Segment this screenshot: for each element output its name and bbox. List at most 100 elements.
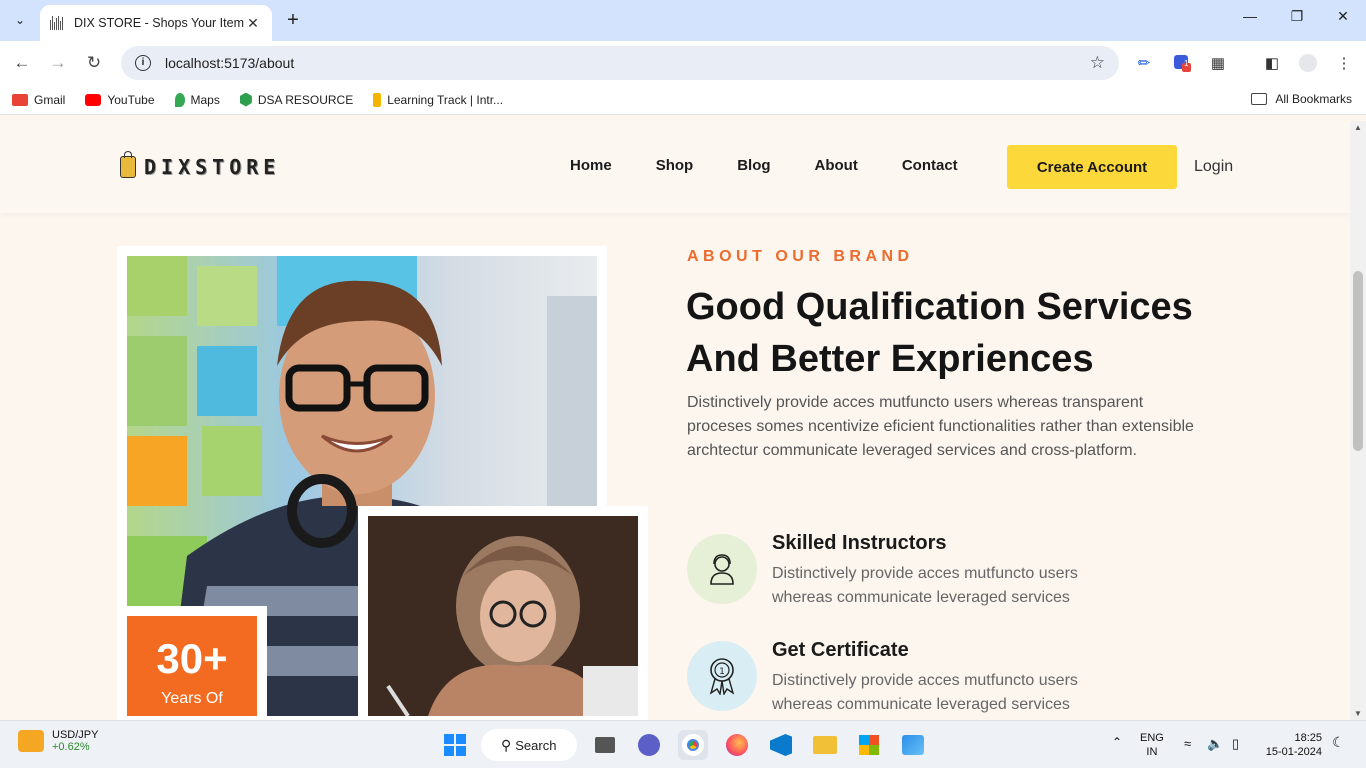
tray-overflow-icon[interactable]: ⌃ [1112, 735, 1122, 749]
nav-contact[interactable]: Contact [902, 157, 958, 174]
meet-icon[interactable] [634, 730, 664, 760]
site-header: DIXSTORE Home Shop Blog About Contact Cr… [0, 121, 1350, 213]
forward-arrow-icon[interactable]: → [46, 51, 70, 75]
bookmark-youtube[interactable]: YouTube [85, 92, 155, 107]
feature-description: Distinctively provide acces mutfuncto us… [772, 672, 1078, 713]
bookmark-dsa-resource[interactable]: DSA RESOURCE [239, 92, 354, 107]
bookmark-label: YouTube [107, 92, 155, 107]
puzzle-extensions-icon[interactable]: ▦ [1208, 54, 1228, 72]
minimize-icon[interactable]: — [1238, 8, 1262, 24]
section-eyebrow: ABOUT OUR BRAND [687, 248, 914, 265]
photos-icon[interactable] [898, 730, 928, 760]
volume-icon[interactable]: 🔈 [1207, 737, 1223, 751]
years-stat-number: 30+ [156, 635, 228, 682]
gmail-icon [12, 93, 28, 106]
section-lead-text: Distinctively provide acces mutfuncto us… [687, 394, 1194, 459]
browser-tab[interactable]: DIX STORE - Shops Your Items ✕ [40, 5, 272, 41]
login-link[interactable]: Login [1194, 158, 1233, 176]
windows-taskbar: USD/JPY +0.62% ⚲ Search ⌃ ENG IN ≈ 🔈 ▯ 1… [0, 720, 1366, 768]
address-bar[interactable]: i localhost:5173/about ☆ [121, 46, 1119, 80]
nav-home[interactable]: Home [570, 157, 612, 174]
currency-widget[interactable]: USD/JPY +0.62% [18, 729, 98, 753]
youtube-icon [85, 93, 102, 106]
restore-icon[interactable]: ❐ [1285, 8, 1309, 25]
bookmark-label: Gmail [34, 92, 66, 107]
page-scrollbar[interactable]: ▲ ▼ [1350, 121, 1366, 720]
file-explorer-icon[interactable] [810, 730, 840, 760]
browser-menu-icon[interactable]: ⋮ [1334, 54, 1354, 72]
bookmark-maps[interactable]: Maps [174, 92, 220, 107]
url-text: localhost:5173/about [165, 55, 295, 71]
currency-pair: USD/JPY [52, 729, 99, 741]
pen-extension-icon[interactable]: ✏ [1134, 54, 1154, 72]
browser-toolbar: ← → ↻ i localhost:5173/about ☆ ✏ 1 ▦ ◧ ⋮ [0, 41, 1366, 85]
tab-strip: ⌄ DIX STORE - Shops Your Items ✕ + — ❐ ✕ [0, 0, 1366, 41]
extension-icon[interactable]: 1 [1172, 54, 1192, 76]
bookmark-learning-track[interactable]: Learning Track | Intr... [373, 92, 504, 107]
region-code: IN [1146, 746, 1158, 758]
task-view-icon[interactable] [590, 730, 620, 760]
new-tab-button[interactable]: + [282, 9, 304, 31]
bookmark-gmail[interactable]: Gmail [12, 93, 65, 107]
all-bookmarks[interactable]: All Bookmarks [1251, 92, 1352, 106]
feature-description: Distinctively provide acces mutfuncto us… [772, 565, 1078, 606]
scroll-down-icon[interactable]: ▼ [1350, 709, 1366, 718]
currency-change: +0.62% [52, 741, 90, 753]
profile-avatar[interactable] [1298, 54, 1318, 76]
writing-woman-photo-frame [358, 506, 648, 720]
language-indicator[interactable]: ENG IN [1140, 731, 1164, 759]
bookmark-label: DSA RESOURCE [257, 92, 354, 107]
feature-title: Skilled Instructors [772, 532, 947, 554]
learning-track-icon [373, 92, 382, 107]
clock[interactable]: 18:25 15-01-2024 [1262, 731, 1322, 759]
dsa-icon [239, 92, 252, 107]
tab-title: DIX STORE - Shops Your Items [74, 16, 244, 30]
create-account-button[interactable]: Create Account [1007, 145, 1177, 189]
bookmarks-bar: Gmail YouTube Maps DSA RESOURCE Learning… [0, 85, 1366, 115]
side-panel-icon[interactable]: ◧ [1262, 54, 1282, 72]
back-arrow-icon[interactable]: ← [10, 51, 34, 75]
bookmark-label: Learning Track | Intr... [387, 92, 504, 107]
extension-badge: 1 [1184, 59, 1189, 68]
nav-shop[interactable]: Shop [656, 157, 694, 174]
windows-start-icon[interactable] [440, 730, 470, 760]
search-icon: ⚲ [501, 736, 512, 753]
page-viewport: DIXSTORE Home Shop Blog About Contact Cr… [0, 121, 1350, 720]
window-close-icon[interactable]: ✕ [1331, 8, 1355, 25]
vscode-icon[interactable] [766, 730, 796, 760]
language-code: ENG [1140, 732, 1164, 744]
site-logo[interactable]: DIXSTORE [120, 151, 281, 179]
notifications-moon-icon[interactable]: ☾ [1332, 735, 1345, 749]
scroll-up-icon[interactable]: ▲ [1350, 123, 1366, 132]
taskbar-search[interactable]: ⚲ Search [481, 729, 577, 761]
bookmark-label: Maps [190, 92, 220, 107]
site-info-icon[interactable]: i [135, 55, 151, 71]
svg-text:1: 1 [719, 667, 725, 677]
site-favicon-icon [50, 16, 66, 30]
clock-time: 18:25 [1294, 732, 1322, 744]
close-tab-icon[interactable]: ✕ [244, 15, 262, 32]
tab-search-chevron-icon[interactable]: ⌄ [8, 8, 32, 32]
wifi-icon[interactable]: ≈ [1184, 737, 1191, 751]
clock-date: 15-01-2024 [1265, 746, 1322, 758]
microsoft-store-icon[interactable] [854, 730, 884, 760]
firefox-icon[interactable] [722, 730, 752, 760]
section-headline: Good Qualification Services And Better E… [686, 286, 1193, 380]
years-stat-box: 30+ Years Of [117, 606, 267, 720]
shopping-bag-icon [120, 151, 136, 178]
writing-woman-photo [368, 516, 638, 716]
battery-icon[interactable]: ▯ [1232, 737, 1239, 751]
scrollbar-thumb[interactable] [1353, 271, 1363, 451]
certificate-icon: 1 [687, 641, 757, 711]
coins-icon [18, 730, 44, 752]
logo-text: DIXSTORE [144, 155, 281, 179]
feature-title: Get Certificate [772, 639, 909, 661]
chrome-icon[interactable] [678, 730, 708, 760]
nav-blog[interactable]: Blog [737, 157, 770, 174]
nav-about[interactable]: About [815, 157, 858, 174]
all-bookmarks-label: All Bookmarks [1275, 92, 1352, 106]
reload-icon[interactable]: ↻ [82, 51, 106, 75]
years-stat-label: Years Of [161, 690, 223, 707]
main-nav: Home Shop Blog About Contact [570, 157, 958, 174]
bookmark-star-icon[interactable]: ☆ [1090, 53, 1105, 73]
